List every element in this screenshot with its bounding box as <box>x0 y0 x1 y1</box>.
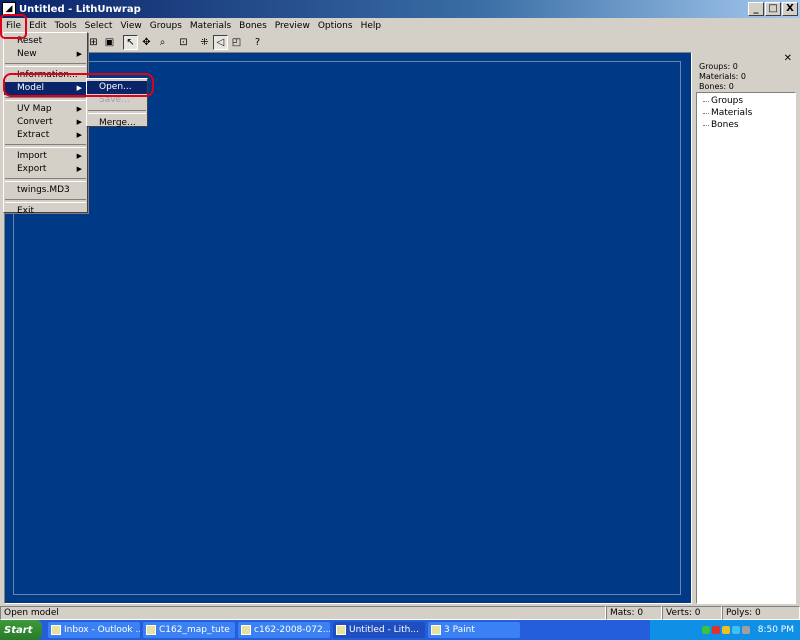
menu-item-extract[interactable]: Extract ▶ <box>4 129 87 142</box>
window-title: Untitled - LithUnwrap <box>19 3 141 15</box>
close-button[interactable]: X <box>782 2 798 16</box>
tree-item-bones[interactable]: Bones <box>701 119 791 131</box>
menu-bar: File Edit Tools Select View Groups Mater… <box>0 18 800 33</box>
pointer-icon[interactable]: ↖ <box>123 35 138 50</box>
menu-item-import[interactable]: Import ▶ <box>4 150 87 163</box>
menu-help[interactable]: Help <box>357 21 386 31</box>
tree-item-groups[interactable]: Groups <box>701 95 791 107</box>
menu-groups[interactable]: Groups <box>146 21 186 31</box>
menu-separator <box>5 199 86 203</box>
task-paint[interactable]: 3 Paint <box>428 622 520 638</box>
tray-icon-1[interactable] <box>701 626 710 634</box>
clock[interactable]: 8:50 PM <box>758 625 794 635</box>
tray-icon-3[interactable] <box>721 626 730 634</box>
task-outlook[interactable]: Inbox - Outlook ... <box>48 622 140 638</box>
menu-item-new[interactable]: New ▶ <box>4 48 87 61</box>
menu-edit[interactable]: Edit <box>25 21 50 31</box>
menu-separator <box>5 97 86 101</box>
submenu-item-merge[interactable]: Merge... <box>87 117 147 130</box>
menu-tools[interactable]: Tools <box>51 21 81 31</box>
menu-view[interactable]: View <box>116 21 145 31</box>
submenu-arrow-icon: ▶ <box>76 105 82 113</box>
face-icon[interactable]: ◰ <box>229 35 244 50</box>
move-icon[interactable]: ✥ <box>139 35 154 50</box>
submenu-arrow-icon: ▶ <box>76 50 82 58</box>
model-stats: Groups: 0 Materials: 0 Bones: 0 <box>699 62 746 90</box>
menu-item-recent-file[interactable]: twings.MD3 <box>4 184 87 197</box>
title-bar: ◢ Untitled - LithUnwrap _ □ X <box>0 0 800 18</box>
submenu-arrow-icon: ▶ <box>76 152 82 160</box>
toolbar: ⊞ ▣ ↖ ✥ ⌕ ⊡ ⁜ ◁ ◰ ? <box>0 33 800 52</box>
menu-preview[interactable]: Preview <box>271 21 314 31</box>
menu-item-exit[interactable]: Exit <box>4 205 87 218</box>
task-folder[interactable]: C162_map_tute <box>143 622 235 638</box>
menu-separator <box>5 144 86 148</box>
paint-icon <box>431 625 441 635</box>
status-message: Open model <box>0 606 606 620</box>
tree-item-materials[interactable]: Materials <box>701 107 791 119</box>
menu-options[interactable]: Options <box>314 21 357 31</box>
model-tree: Groups Materials Bones <box>696 92 796 604</box>
status-verts: Verts: 0 <box>662 606 722 620</box>
stat-bones: Bones: 0 <box>699 82 734 90</box>
minimize-button[interactable]: _ <box>748 2 764 16</box>
document-icon <box>241 625 251 635</box>
tray-icon-5[interactable] <box>741 626 750 634</box>
annotation-file-highlight <box>0 14 27 39</box>
taskbar: Start Inbox - Outlook ... C162_map_tute … <box>0 620 800 640</box>
submenu-arrow-icon: ▶ <box>76 165 82 173</box>
task-lithunwrap[interactable]: Untitled - Lith... <box>333 622 425 638</box>
region-icon[interactable]: ▣ <box>102 35 117 50</box>
tray-icon-4[interactable] <box>731 626 740 634</box>
fit-icon[interactable]: ⊡ <box>176 35 191 50</box>
file-menu: Reset New ▶ Information... Model ▶ UV Map ▶… <box>3 32 88 216</box>
menu-item-convert[interactable]: Convert ▶ <box>4 116 87 129</box>
vertex-icon[interactable]: ⁜ <box>197 35 212 50</box>
folder-icon <box>146 625 156 635</box>
status-mats: Mats: 0 <box>606 606 662 620</box>
menu-separator <box>5 178 86 182</box>
close-icon[interactable]: ✕ <box>784 53 792 64</box>
edge-icon[interactable]: ◁ <box>213 35 228 50</box>
menu-materials[interactable]: Materials <box>186 21 235 31</box>
unwrap-icon[interactable]: ⊞ <box>86 35 101 50</box>
uv-viewport[interactable] <box>4 52 692 604</box>
menu-bones[interactable]: Bones <box>235 21 271 31</box>
menu-item-uvmap[interactable]: UV Map ▶ <box>4 103 87 116</box>
outlook-icon <box>51 625 61 635</box>
right-panel: ✕ Groups: 0 Materials: 0 Bones: 0 Groups… <box>694 52 798 604</box>
lithunwrap-icon <box>336 625 346 635</box>
menu-separator <box>5 63 86 67</box>
window-controls: _ □ X <box>748 2 798 16</box>
menu-item-export[interactable]: Export ▶ <box>4 163 87 176</box>
status-polys: Polys: 0 <box>722 606 800 620</box>
status-bar: Open model Mats: 0 Verts: 0 Polys: 0 <box>0 606 800 620</box>
start-button[interactable]: Start <box>0 620 42 640</box>
annotation-model-open-highlight <box>3 73 154 97</box>
uv-frame <box>13 61 681 595</box>
maximize-button[interactable]: □ <box>765 2 781 16</box>
task-document[interactable]: c162-2008-072... <box>238 622 330 638</box>
system-tray: 8:50 PM <box>650 620 800 640</box>
task-buttons: Inbox - Outlook ... C162_map_tute c162-2… <box>48 622 520 638</box>
menu-select[interactable]: Select <box>81 21 117 31</box>
stat-groups: Groups: 0 <box>699 62 738 71</box>
tray-icon-2[interactable] <box>711 626 720 634</box>
submenu-arrow-icon: ▶ <box>76 131 82 139</box>
help-pointer-icon[interactable]: ? <box>250 35 265 50</box>
zoom-icon[interactable]: ⌕ <box>155 35 170 50</box>
stat-materials: Materials: 0 <box>699 72 746 81</box>
submenu-arrow-icon: ▶ <box>76 118 82 126</box>
menu-separator <box>88 110 146 114</box>
